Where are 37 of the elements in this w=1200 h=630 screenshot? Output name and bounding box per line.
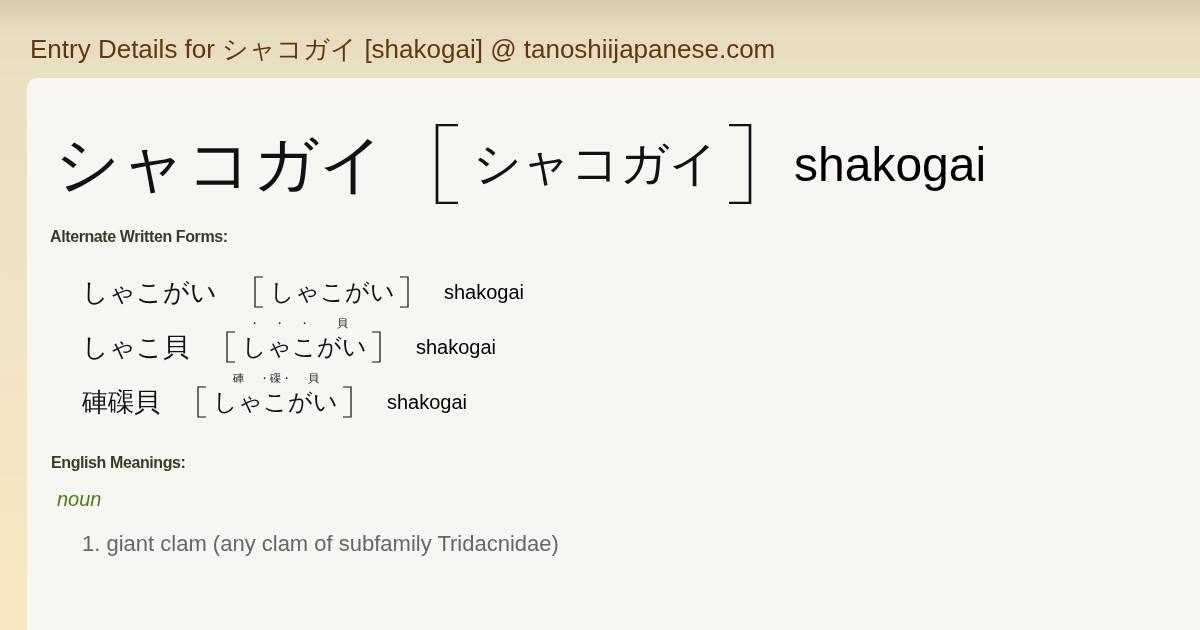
section-heading: Alternate Written Forms:: [50, 228, 228, 246]
ruby-mark: 貝: [336, 318, 348, 329]
ruby-mark: ・: [274, 318, 285, 329]
reading-kana: こ: [292, 333, 317, 361]
reading-kana: がい: [317, 333, 367, 361]
reading-kana: ゃ: [267, 333, 292, 361]
main-reading: シャコガイ: [473, 134, 718, 193]
bracket-icon: [342, 386, 353, 418]
written-form: 硨磲貝: [82, 385, 160, 419]
romaji: shakogai: [387, 390, 468, 414]
reading-kana: し: [242, 333, 267, 361]
ruby-mark: ・磲・: [259, 373, 292, 384]
ruby-mark: ・: [299, 318, 310, 329]
ruby-mark: ・: [249, 318, 260, 329]
meaning-text: 1. giant clam (any clam of subfamily Tridacnidae): [82, 531, 559, 557]
reading-kana: がい: [288, 388, 338, 416]
main-word: シャコガイ: [55, 125, 385, 203]
ruby-mark: 貝: [307, 373, 319, 384]
bracket-icon: [728, 124, 752, 204]
reading-kana: こ: [263, 388, 288, 416]
page-title: Entry Details for シャコガイ [shakogai] @ tanoshiijapanese.com: [30, 34, 776, 64]
bracket-icon: [435, 124, 459, 204]
reading-kana: しゃこがい: [270, 278, 395, 306]
reading-kana: しゃ: [213, 388, 263, 416]
written-form: しゃこがい: [82, 275, 217, 309]
bracket-icon: [399, 276, 410, 308]
bracket-icon: [371, 331, 382, 363]
written-form: しゃこ貝: [82, 330, 189, 364]
ruby-mark: 硨: [232, 373, 244, 384]
romaji: shakogai: [416, 335, 497, 359]
section-heading: English Meanings:: [51, 454, 186, 472]
bracket-icon: [225, 331, 236, 363]
bracket-icon: [196, 386, 207, 418]
bracket-icon: [253, 276, 264, 308]
romaji: shakogai: [444, 280, 525, 304]
part-of-speech: noun: [57, 488, 102, 511]
romaji: shakogai: [794, 136, 987, 192]
